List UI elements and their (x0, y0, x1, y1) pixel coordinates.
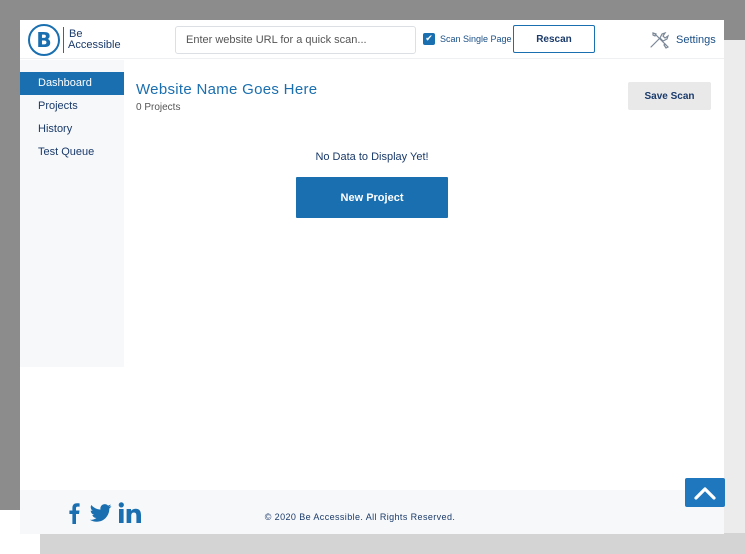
scan-single-page-checkbox[interactable]: ✔ (423, 33, 435, 45)
social-links (68, 502, 142, 524)
copyright-text: © 2020 Be Accessible. All Rights Reserve… (264, 512, 456, 522)
page-title: Website Name Goes Here (136, 81, 318, 98)
url-input[interactable] (175, 26, 416, 54)
sidebar-item-projects[interactable]: Projects (20, 95, 124, 118)
logo-text-line2: Accessible (68, 39, 121, 51)
sidebar: Dashboard Projects History Test Queue (20, 60, 124, 367)
sidebar-item-dashboard[interactable]: Dashboard (20, 72, 124, 95)
logo-divider (63, 27, 64, 53)
top-header: B Be Accessible ✔ Scan Single Page Resca… (20, 20, 724, 59)
footer: © 2020 Be Accessible. All Rights Reserve… (20, 490, 724, 534)
settings-label: Settings (676, 34, 716, 46)
be-accessible-logo[interactable]: B Be Accessible (28, 23, 121, 57)
new-project-button[interactable]: New Project (296, 177, 448, 218)
app-window: B Be Accessible ✔ Scan Single Page Resca… (20, 20, 724, 534)
checkmark-icon: ✔ (425, 33, 433, 44)
sidebar-nav: Dashboard Projects History Test Queue (20, 72, 124, 164)
logo-mark-letter: B (36, 28, 52, 52)
settings-link[interactable]: Settings (648, 31, 716, 49)
chevron-up-icon (694, 486, 716, 500)
logo-text: Be Accessible (68, 29, 121, 51)
sidebar-item-history[interactable]: History (20, 118, 124, 141)
scan-single-page-toggle[interactable]: ✔ Scan Single Page (423, 33, 512, 45)
twitter-icon[interactable] (90, 504, 112, 522)
sidebar-item-test-queue[interactable]: Test Queue (20, 141, 124, 164)
wrench-screwdriver-icon (650, 31, 670, 49)
facebook-icon[interactable] (68, 502, 80, 524)
logo-mark-icon: B (28, 24, 60, 56)
empty-state-message: No Data to Display Yet! (315, 151, 429, 163)
backdrop-bottom-panel (40, 533, 745, 554)
project-count: 0 Projects (136, 102, 181, 113)
scan-single-page-label: Scan Single Page (440, 34, 512, 44)
back-to-top-button[interactable] (685, 478, 725, 507)
rescan-button[interactable]: Rescan (513, 25, 595, 53)
linkedin-icon[interactable] (118, 502, 142, 524)
backdrop-top (0, 0, 745, 22)
backdrop-right-panel (724, 40, 745, 554)
save-scan-button[interactable]: Save Scan (628, 82, 711, 110)
